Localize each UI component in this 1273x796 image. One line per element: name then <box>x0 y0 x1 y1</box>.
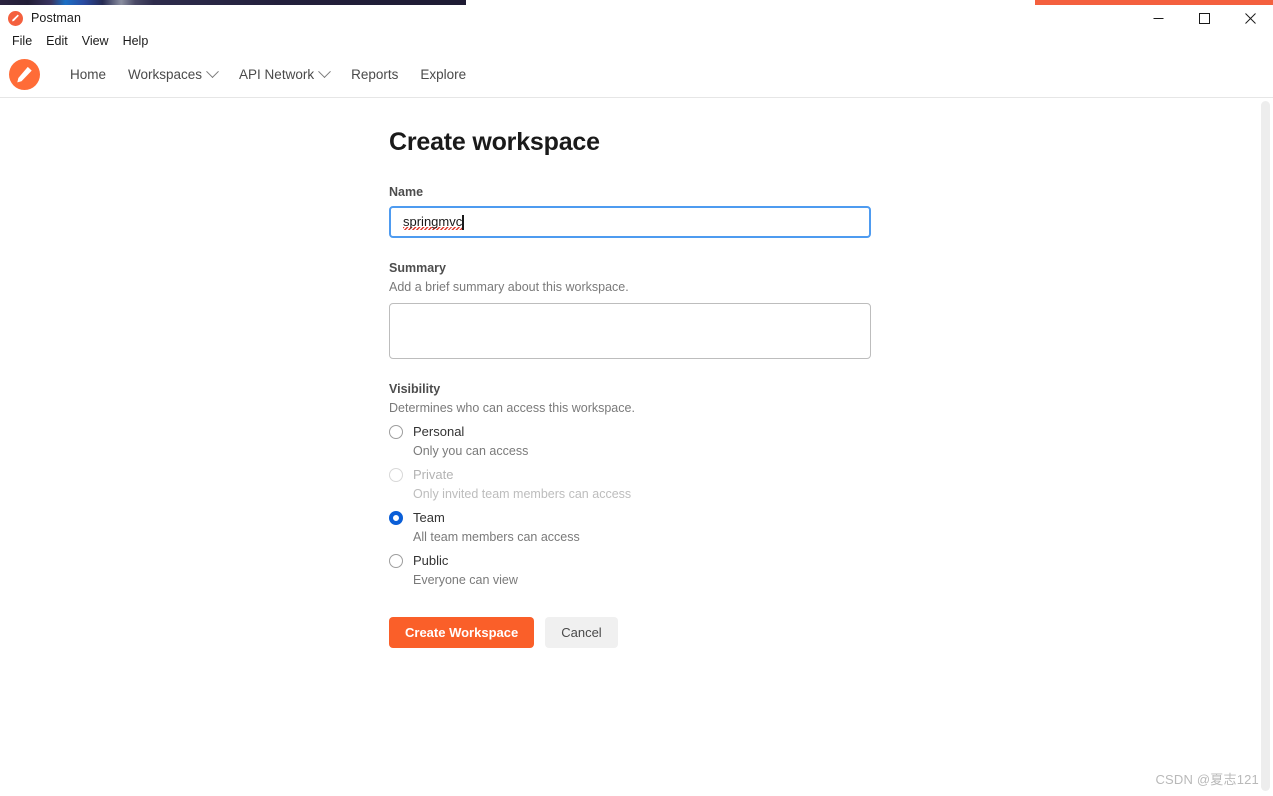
radio-icon <box>389 467 403 482</box>
watermark: CSDN @夏志121 <box>1155 772 1259 787</box>
radio-option-private: Private <box>389 467 871 482</box>
radio-desc-personal: Only you can access <box>413 444 529 458</box>
postman-logo-icon[interactable] <box>9 59 40 90</box>
form-actions: Create Workspace Cancel <box>389 617 871 648</box>
menu-item-file[interactable]: File <box>5 32 39 51</box>
summary-help-text: Add a brief summary about this workspace… <box>389 280 629 294</box>
workspace-name-input[interactable]: springmvc <box>389 206 871 238</box>
nav-item-workspaces[interactable]: Workspaces <box>117 61 228 88</box>
create-workspace-form: Create workspace Name springmvc Summary … <box>389 128 871 648</box>
text-cursor <box>462 214 464 230</box>
radio-icon[interactable] <box>389 553 403 568</box>
radio-option-team[interactable]: Team <box>389 510 871 525</box>
window-title: Postman <box>31 11 82 25</box>
nav-item-label: Home <box>70 67 107 82</box>
workspace-summary-input[interactable] <box>389 303 871 359</box>
radio-option-public[interactable]: Public <box>389 553 871 568</box>
summary-field-group: Summary Add a brief summary about this w… <box>389 261 871 359</box>
chevron-down-icon <box>318 65 331 79</box>
application-menubar: File Edit View Help <box>0 31 1273 52</box>
nav-item-reports[interactable]: Reports <box>340 61 409 88</box>
nav-item-explore[interactable]: Explore <box>409 61 477 88</box>
close-icon[interactable] <box>1227 5 1273 31</box>
radio-label: Public <box>413 553 449 568</box>
postman-header: Home Workspaces API Network Reports Expl… <box>0 52 1273 141</box>
nav-item-home[interactable]: Home <box>59 61 117 88</box>
visibility-group: Visibility Determines who can access thi… <box>389 382 871 587</box>
radio-icon[interactable] <box>389 424 403 439</box>
visibility-help-text: Determines who can access this workspace… <box>389 401 635 415</box>
page-title: Create workspace <box>389 128 600 156</box>
radio-label: Personal <box>413 424 465 439</box>
menu-item-view[interactable]: View <box>75 32 116 51</box>
name-label: Name <box>389 185 424 199</box>
vertical-scrollbar[interactable] <box>1257 99 1273 796</box>
chevron-down-icon <box>206 65 219 79</box>
nav-item-label: Explore <box>420 67 467 82</box>
titlebar-app-identity: Postman <box>8 5 81 31</box>
radio-label: Team <box>413 510 445 525</box>
summary-label: Summary <box>389 261 446 275</box>
minimize-icon[interactable] <box>1135 5 1181 31</box>
nav-item-label: Reports <box>351 67 399 82</box>
radio-desc-team: All team members can access <box>413 530 580 544</box>
main-content: Create workspace Name springmvc Summary … <box>0 99 1258 796</box>
radio-desc-private: Only invited team members can access <box>413 487 632 501</box>
primary-navigation: Home Workspaces API Network Reports Expl… <box>59 61 477 88</box>
postman-logo-icon <box>8 10 23 26</box>
radio-desc-public: Everyone can view <box>413 573 518 587</box>
visibility-label: Visibility <box>389 382 441 396</box>
scrollbar-thumb[interactable] <box>1261 101 1270 791</box>
window-titlebar: Postman <box>0 5 1273 31</box>
name-field-group: Name springmvc <box>389 185 871 238</box>
window-controls <box>1135 5 1273 31</box>
cancel-button[interactable]: Cancel <box>545 617 618 648</box>
nav-item-label: API Network <box>239 67 315 82</box>
radio-label: Private <box>413 467 454 482</box>
menu-item-help[interactable]: Help <box>116 32 156 51</box>
radio-icon[interactable] <box>389 510 403 525</box>
workspace-name-value: springmvc <box>403 214 463 230</box>
create-workspace-button[interactable]: Create Workspace <box>389 617 535 648</box>
nav-item-label: Workspaces <box>128 67 203 82</box>
maximize-icon[interactable] <box>1181 5 1227 31</box>
menu-item-edit[interactable]: Edit <box>39 32 75 51</box>
radio-option-personal[interactable]: Personal <box>389 424 871 439</box>
nav-item-api-network[interactable]: API Network <box>228 61 340 88</box>
